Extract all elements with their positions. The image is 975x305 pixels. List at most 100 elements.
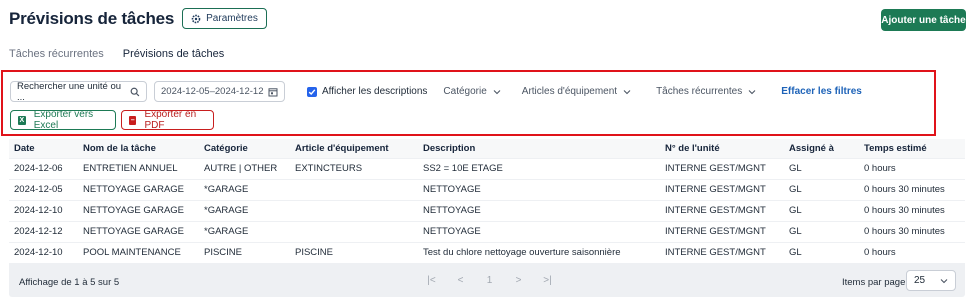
cell-assigned: GL (789, 163, 802, 174)
table-header: Date Nom de la tâche Catégorie Article d… (9, 139, 965, 158)
excel-icon: X (18, 115, 26, 125)
equipment-dropdown-label: Articles d'équipement (521, 86, 618, 97)
cell-category: AUTRE | OTHER (204, 163, 278, 174)
current-page[interactable]: 1 (475, 275, 504, 286)
settings-button[interactable]: Paramètres (182, 8, 267, 29)
equipment-dropdown[interactable]: Articles d'équipement (522, 86, 631, 97)
cell-description: Test du chlore nettoyage ouverture saiso… (423, 247, 621, 258)
show-descriptions-toggle[interactable]: Afficher les descriptions (307, 86, 427, 97)
pdf-icon: – (129, 115, 137, 125)
cell-time: 0 hours (864, 247, 896, 258)
cell-category: *GARAGE (204, 184, 249, 195)
filter-panel: Rechercher une unité ou ... 2024-12-05–2… (1, 70, 936, 136)
table-row[interactable]: 2024-12-10 POOL MAINTENANCE PISCINE PISC… (9, 243, 965, 263)
search-input[interactable]: Rechercher une unité ou ... (10, 80, 147, 103)
tab-bar: Tâches récurrentes Prévisions de tâches (9, 44, 975, 74)
search-input-value: Rechercher une unité ou ... (17, 80, 122, 103)
gear-icon (191, 14, 201, 23)
show-descriptions-label: Afficher les descriptions (322, 86, 428, 97)
cell-time: 0 hours 30 minutes (864, 226, 945, 237)
column-header-description[interactable]: Description (423, 143, 475, 154)
cell-unit: INTERNE GEST/MGNT (665, 226, 766, 237)
column-header-date[interactable]: Date (14, 143, 35, 154)
chevron-down-icon (623, 89, 631, 94)
cell-unit: INTERNE GEST/MGNT (665, 184, 766, 195)
items-per-page-select[interactable]: 25 (906, 270, 956, 291)
calendar-icon (268, 87, 278, 96)
column-header-equipment[interactable]: Article d'équipement (295, 143, 389, 154)
filter-row: Rechercher une unité ou ... 2024-12-05–2… (10, 80, 862, 103)
table-row[interactable]: 2024-12-12 NETTOYAGE GARAGE *GARAGE NETT… (9, 222, 965, 242)
cell-assigned: GL (789, 247, 802, 258)
cell-category: *GARAGE (204, 226, 249, 237)
cell-task: ENTRETIEN ANNUEL (83, 163, 178, 174)
date-range-input[interactable]: 2024-12-05–2024-12-12 (154, 81, 285, 102)
chevron-down-icon (493, 89, 501, 94)
pagination-info: Affichage de 1 à 5 sur 5 (19, 277, 120, 288)
category-dropdown[interactable]: Catégorie (443, 86, 501, 97)
check-icon (308, 88, 316, 95)
cell-unit: INTERNE GEST/MGNT (665, 205, 766, 216)
tab-recurring-tasks[interactable]: Tâches récurrentes (9, 44, 104, 70)
column-header-task[interactable]: Nom de la tâche (83, 143, 156, 154)
recurring-tasks-dropdown[interactable]: Tâches récurrentes (656, 86, 756, 97)
settings-button-label: Paramètres (206, 13, 258, 24)
cell-task: NETTOYAGE GARAGE (83, 184, 185, 195)
cell-task: NETTOYAGE GARAGE (83, 226, 185, 237)
table-footer: Affichage de 1 à 5 sur 5 |< < 1 > >| Ite… (9, 269, 965, 295)
export-row: X Exporter vers Excel – Exporter en PDF (10, 109, 219, 131)
add-task-button[interactable]: Ajouter une tâche (881, 9, 966, 31)
cell-date: 2024-12-06 (14, 163, 63, 174)
tab-task-forecasts[interactable]: Prévisions de tâches (122, 44, 224, 74)
cell-description: SS2 = 10E ETAGE (423, 163, 503, 174)
chevron-down-icon (748, 89, 756, 94)
first-page-button[interactable]: |< (417, 275, 446, 286)
cell-date: 2024-12-12 (14, 226, 63, 237)
cell-time: 0 hours 30 minutes (864, 184, 945, 195)
clear-filters-link[interactable]: Effacer les filtres (781, 86, 862, 97)
table-row[interactable]: 2024-12-05 NETTOYAGE GARAGE *GARAGE NETT… (9, 180, 965, 200)
export-pdf-button[interactable]: – Exporter en PDF (121, 109, 214, 131)
cell-category: *GARAGE (204, 205, 249, 216)
cell-date: 2024-12-05 (14, 184, 63, 195)
last-page-button[interactable]: >| (533, 275, 562, 286)
cell-unit: INTERNE GEST/MGNT (665, 163, 766, 174)
cell-category: PISCINE (204, 247, 243, 258)
items-per-page-value: 25 (914, 275, 926, 286)
cell-assigned: GL (789, 226, 802, 237)
cell-description: NETTOYAGE (423, 184, 481, 195)
forecast-table: Date Nom de la tâche Catégorie Article d… (9, 139, 965, 297)
category-dropdown-label: Catégorie (443, 86, 487, 97)
recurring-tasks-dropdown-label: Tâches récurrentes (656, 86, 743, 97)
cell-date: 2024-12-10 (14, 205, 63, 216)
previous-page-button[interactable]: < (446, 275, 475, 286)
items-per-page-label: Items par page (842, 277, 906, 288)
export-excel-label: Exporter vers Excel (33, 109, 94, 131)
cell-task: POOL MAINTENANCE (83, 247, 181, 258)
cell-time: 0 hours (864, 163, 896, 174)
show-descriptions-checkbox[interactable] (307, 86, 317, 97)
cell-assigned: GL (789, 184, 802, 195)
chevron-down-icon (940, 278, 948, 283)
table-row[interactable]: 2024-12-06 ENTRETIEN ANNUEL AUTRE | OTHE… (9, 159, 965, 179)
next-page-button[interactable]: > (504, 275, 533, 286)
column-header-unit[interactable]: N° de l'unité (665, 143, 720, 154)
pagination-nav: |< < 1 > >| (417, 275, 562, 286)
export-pdf-label: Exporter en PDF (144, 109, 197, 131)
cell-assigned: GL (789, 205, 802, 216)
table-row[interactable]: 2024-12-10 NETTOYAGE GARAGE *GARAGE NETT… (9, 201, 965, 221)
cell-description: NETTOYAGE (423, 226, 481, 237)
page-header: Prévisions de tâches Paramètres (9, 8, 267, 29)
column-header-category[interactable]: Catégorie (204, 143, 248, 154)
cell-equipment: EXTINCTEURS (295, 163, 363, 174)
search-icon (130, 87, 140, 96)
cell-description: NETTOYAGE (423, 205, 481, 216)
date-range-value: 2024-12-05–2024-12-12 (161, 86, 264, 97)
column-header-time[interactable]: Temps estimé (864, 143, 927, 154)
cell-unit: INTERNE GEST/MGNT (665, 247, 766, 258)
table-body: 2024-12-06 ENTRETIEN ANNUEL AUTRE | OTHE… (9, 159, 965, 264)
cell-equipment: PISCINE (295, 247, 334, 258)
export-excel-button[interactable]: X Exporter vers Excel (10, 109, 116, 131)
cell-task: NETTOYAGE GARAGE (83, 205, 185, 216)
column-header-assigned[interactable]: Assigné à (789, 143, 834, 154)
